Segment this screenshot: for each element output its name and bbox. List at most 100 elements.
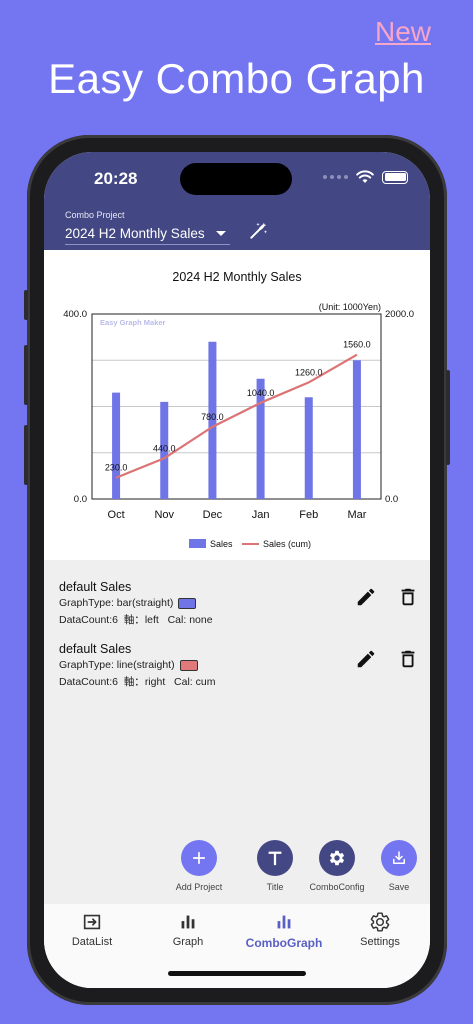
nav-combograph[interactable]: ComboGraph xyxy=(236,904,332,954)
x-tick-label: Jan xyxy=(252,509,270,521)
dynamic-island xyxy=(180,163,292,195)
status-time: 20:28 xyxy=(94,169,138,188)
chart-title: 2024 H2 Monthly Sales xyxy=(172,270,301,284)
data-label: 1560.0 xyxy=(343,340,371,350)
phone-frame: 20:28 Combo Project 2024 H2 Monthly Sale… xyxy=(24,135,450,1005)
status-icons xyxy=(323,170,408,184)
delete-icon[interactable] xyxy=(397,648,419,670)
series-item[interactable]: default Sales GraphType: bar(straight) D… xyxy=(59,580,419,627)
bar-chart-icon xyxy=(277,915,291,929)
combo-project-select[interactable]: 2024 H2 Monthly Sales xyxy=(65,223,230,245)
new-badge: New xyxy=(374,16,431,47)
cal-label: Cal: xyxy=(167,613,187,626)
app-bar: 20:28 Combo Project 2024 H2 Monthly Sale… xyxy=(44,152,430,250)
nav-combograph-label: ComboGraph xyxy=(245,936,323,950)
series-color-swatch xyxy=(179,659,198,671)
title-label: Title xyxy=(266,882,284,892)
series-actions xyxy=(355,586,419,608)
data-label: 440.0 xyxy=(153,443,176,453)
save-button[interactable]: Save xyxy=(364,840,430,892)
legend-swatch-bar xyxy=(189,539,206,548)
combo-config-circle xyxy=(319,840,355,876)
data-count-value: 6 xyxy=(112,675,118,688)
combo-project-label: Combo Project xyxy=(65,210,125,220)
wifi-icon xyxy=(356,170,374,183)
nav-datalist[interactable]: DataList xyxy=(44,904,140,954)
magic-wand-icon[interactable] xyxy=(248,221,268,241)
phone-action-button xyxy=(24,290,28,320)
y-right-bottom-label: 0.0 xyxy=(385,494,398,505)
delete-icon[interactable] xyxy=(397,586,419,608)
app-screen: 20:28 Combo Project 2024 H2 Monthly Sale… xyxy=(44,152,430,988)
edit-icon[interactable] xyxy=(355,648,377,670)
nav-datalist-label: DataList xyxy=(71,936,113,948)
axis-value: left xyxy=(144,613,159,626)
nav-settings-label: Settings xyxy=(360,936,400,948)
phone-volume-down xyxy=(24,425,28,485)
combo-project-value: 2024 H2 Monthly Sales xyxy=(65,226,205,241)
combo-chart: 2024 H2 Monthly Sales (Unit: 1000Yen) Ea… xyxy=(63,270,414,549)
save-label: Save xyxy=(388,882,410,892)
graph-type-label: GraphType: xyxy=(59,597,114,609)
import-icon xyxy=(83,914,101,930)
x-tick-label: Dec xyxy=(203,509,223,521)
series-color-swatch xyxy=(178,597,197,609)
chart-watermark: Easy Graph Maker xyxy=(100,318,166,327)
promo-title: Easy Combo Graph xyxy=(48,55,425,102)
y-left-bottom-label: 0.0 xyxy=(74,494,87,505)
cal-label: Cal: xyxy=(174,675,193,688)
axis-value: right xyxy=(144,675,166,688)
cal-value: none xyxy=(189,613,213,626)
graph-type-label: GraphType: xyxy=(59,659,114,671)
title-icon xyxy=(268,851,282,866)
bar xyxy=(304,397,313,499)
title-circle xyxy=(257,840,293,876)
gear-icon xyxy=(370,912,390,932)
data-count-value: 6 xyxy=(112,613,118,626)
add-project-button[interactable]: Add Project xyxy=(164,840,234,892)
title-button[interactable]: Title xyxy=(240,840,310,892)
nav-graph[interactable]: Graph xyxy=(140,904,236,954)
data-label: 780.0 xyxy=(201,412,224,422)
action-buttons: Add Project Title ComboConfig Save xyxy=(164,840,426,900)
edit-icon[interactable] xyxy=(355,586,377,608)
bar xyxy=(352,360,361,499)
signal-icon xyxy=(323,175,348,179)
bottom-nav: DataList Graph ComboGraph Settings xyxy=(44,904,430,988)
series-actions xyxy=(355,648,419,670)
bar xyxy=(112,392,121,499)
nav-graph-label: Graph xyxy=(172,936,204,948)
x-tick-label: Oct xyxy=(108,509,125,521)
series-meta: DataCount: 6 軸： right Cal: cum xyxy=(59,674,419,689)
plus-icon xyxy=(192,851,206,865)
graph-type-value: line(straight) xyxy=(116,659,175,671)
battery-icon xyxy=(382,170,408,184)
combo-chart-card: 2024 H2 Monthly Sales (Unit: 1000Yen) Ea… xyxy=(44,250,430,560)
data-count-label: DataCount: xyxy=(59,675,113,688)
combo-config-button[interactable]: ComboConfig xyxy=(302,840,372,892)
bar-chart-icon xyxy=(181,915,195,929)
y-left-top-label: 400.0 xyxy=(63,309,87,320)
add-project-circle xyxy=(181,840,217,876)
chart-unit-note: (Unit: 1000Yen) xyxy=(319,302,381,312)
combo-config-label: ComboConfig xyxy=(309,882,365,892)
axis-label: 軸： xyxy=(123,676,145,688)
add-project-label: Add Project xyxy=(175,882,223,892)
phone-power-button xyxy=(446,370,450,465)
x-tick-label: Feb xyxy=(299,509,318,521)
legend-label: Sales (cum) xyxy=(263,539,311,549)
data-count-label: DataCount: xyxy=(59,613,113,626)
data-label: 230.0 xyxy=(105,463,128,473)
x-tick-label: Nov xyxy=(154,509,174,521)
axis-label: 軸： xyxy=(123,614,145,626)
legend-label: Sales xyxy=(210,539,233,549)
data-label: 1040.0 xyxy=(247,388,275,398)
gear-icon xyxy=(329,850,345,866)
series-item[interactable]: default Sales GraphType: line(straight) … xyxy=(59,642,419,689)
nav-settings[interactable]: Settings xyxy=(332,904,428,954)
series-meta: DataCount: 6 軸： left Cal: none xyxy=(59,612,419,627)
save-circle xyxy=(381,840,417,876)
y-right-top-label: 2000.0 xyxy=(385,309,414,320)
home-indicator xyxy=(168,971,306,976)
graph-type-value: bar(straight) xyxy=(116,597,174,609)
